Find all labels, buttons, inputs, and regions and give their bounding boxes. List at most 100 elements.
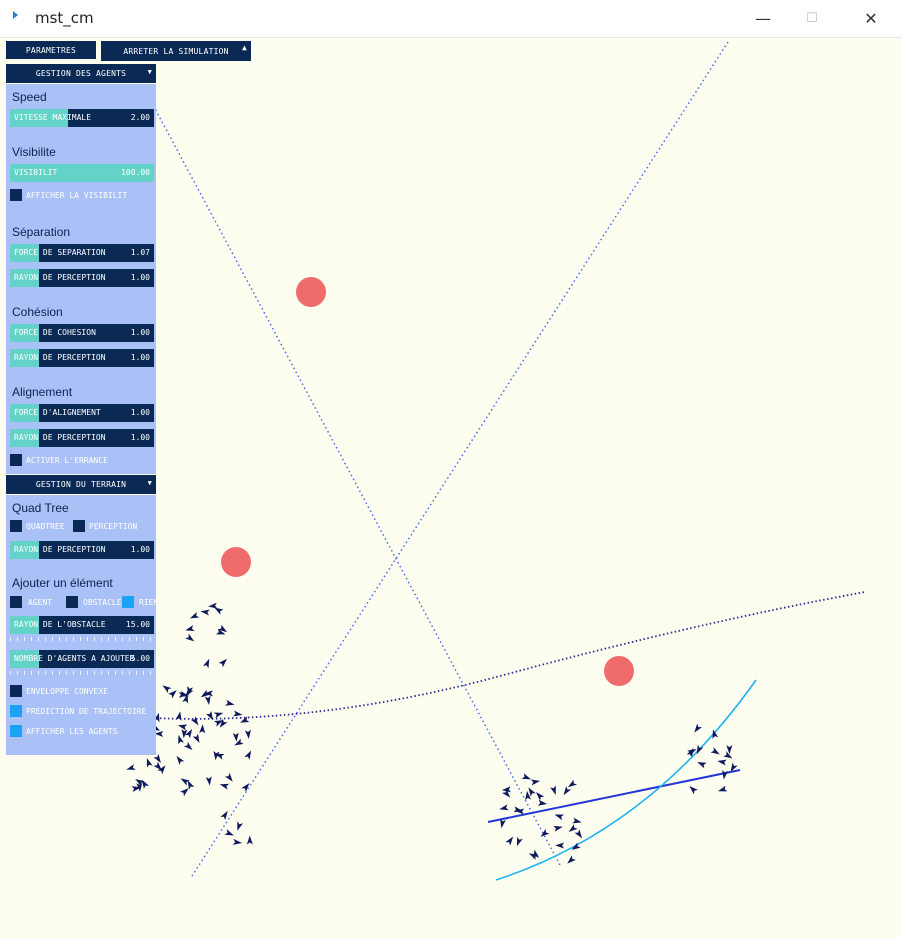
slider-label: NOMBRE D'AGENTS A AJOUTER	[14, 654, 135, 663]
agent	[697, 761, 707, 769]
slider-label: FORCE DE SEPARATION	[14, 248, 106, 257]
agent	[572, 817, 582, 824]
agent	[717, 785, 728, 792]
slider-label: RAYON DE PERCEPTION	[14, 273, 106, 282]
trajectory-label: PREDICTION DE TRAJECTOIRE	[26, 707, 147, 716]
agent	[554, 814, 565, 821]
agent	[574, 829, 583, 839]
params-button[interactable]: PARAMETRES	[6, 41, 96, 59]
terrain-group-label: GESTION DU TERRAIN	[35, 480, 127, 489]
agent	[224, 772, 233, 782]
agent	[689, 785, 698, 795]
wander-label: ACTIVER L'ERRANCE	[26, 456, 108, 465]
window-titlebar: mst_cm — ☐ ✕	[0, 0, 902, 38]
slider-label: VITESSE MAXIMALE	[14, 113, 92, 122]
slider-label: VISIBILIT	[14, 168, 58, 177]
alignment-radius-slider[interactable]: RAYON DE PERCEPTION 1.00	[10, 429, 154, 447]
agent	[200, 609, 210, 616]
cohesion-force-slider[interactable]: FORCE DE COHESION 1.00	[10, 324, 154, 342]
quadtree-radius-slider[interactable]: RAYON DE PERCEPTION 1.00	[10, 541, 154, 559]
trajectory-checkbox[interactable]	[10, 705, 22, 717]
agent	[567, 855, 576, 864]
obstacle-circle	[604, 656, 634, 686]
agent	[162, 685, 172, 693]
wander-checkbox[interactable]	[10, 454, 22, 466]
agent	[710, 747, 720, 755]
agents-group-header[interactable]: GESTION DES AGENTS ▼	[6, 64, 156, 83]
slider-label: FORCE DE COHESION	[14, 328, 96, 337]
convex-hull-checkbox[interactable]	[10, 685, 22, 697]
terrain-group-header[interactable]: GESTION DU TERRAIN ▼	[6, 475, 156, 494]
cohesion-title: Cohésion	[12, 305, 63, 319]
agent	[246, 835, 253, 845]
quadtree-checkbox[interactable]	[10, 520, 22, 532]
slider-value: 5.00	[130, 654, 150, 663]
cohesion-radius-slider[interactable]: RAYON DE PERCEPTION 1.00	[10, 349, 154, 367]
agent	[550, 785, 556, 795]
agent	[244, 729, 251, 739]
perception-label: PERCEPTION	[89, 522, 138, 531]
agent	[535, 792, 545, 801]
close-button[interactable]: ✕	[848, 0, 894, 37]
agent	[126, 764, 136, 770]
visibility-slider[interactable]: VISIBILIT 100.00	[10, 164, 154, 182]
show-agents-label: AFFICHER LES AGENTS	[26, 727, 118, 736]
agent	[168, 690, 177, 699]
agent	[694, 723, 703, 733]
agents-group-label: GESTION DES AGENTS	[35, 69, 127, 78]
agent	[563, 786, 572, 796]
alignment-force-slider[interactable]: FORCE D'ALIGNEMENT 1.00	[10, 404, 154, 422]
nothing-label: RIEN	[139, 598, 156, 607]
agents-to-add-slider[interactable]: NOMBRE D'AGENTS A AJOUTER 5.00	[10, 650, 154, 668]
show-visibility-checkbox[interactable]	[10, 189, 22, 201]
slider-value: 1.00	[130, 545, 150, 554]
agent	[555, 842, 565, 849]
agent	[567, 779, 577, 788]
agent	[244, 750, 252, 760]
alignment-title: Alignement	[12, 385, 73, 399]
stop-simulation-button[interactable]: ARRETER LA SIMULATION ▲	[101, 41, 251, 61]
obstacle-radius-slider[interactable]: RAYON DE L'OBSTACLE 15.00	[10, 616, 154, 634]
agent	[540, 828, 550, 837]
window-title: mst_cm	[35, 9, 94, 27]
agent	[177, 724, 188, 731]
agent	[146, 758, 153, 768]
separation-force-slider[interactable]: FORCE DE SEPARATION 1.07	[10, 244, 154, 262]
agent	[205, 776, 212, 786]
agent	[233, 710, 243, 717]
slider-value: 1.00	[130, 273, 150, 282]
visibility-title: Visibilite	[12, 145, 56, 159]
caret-down-icon: ▼	[147, 68, 152, 76]
obstacle-radio[interactable]	[66, 596, 78, 608]
agent	[219, 783, 230, 790]
perception-checkbox[interactable]	[73, 520, 85, 532]
agent	[183, 741, 193, 751]
agent-radio[interactable]	[10, 596, 22, 608]
agent	[224, 829, 234, 836]
slider-value: 1.00	[130, 408, 150, 417]
agent	[505, 836, 514, 846]
nothing-radio[interactable]	[122, 596, 134, 608]
slider-label: RAYON DE PERCEPTION	[14, 353, 106, 362]
separation-radius-slider[interactable]: RAYON DE PERCEPTION 1.00	[10, 269, 154, 287]
maximize-button[interactable]: ☐	[789, 0, 835, 37]
agent	[192, 733, 200, 744]
minimize-button[interactable]: —	[740, 0, 786, 37]
app-icon	[13, 11, 18, 19]
agent	[225, 699, 235, 706]
show-agents-checkbox[interactable]	[10, 725, 22, 737]
agent	[185, 625, 195, 631]
agent	[232, 732, 239, 742]
speed-title: Speed	[12, 90, 47, 104]
agent	[499, 804, 509, 811]
agent	[553, 825, 563, 832]
convex-hull-label: ENVELOPPE CONVEXE	[26, 687, 108, 696]
max-speed-slider[interactable]: VITESSE MAXIMALE 2.00	[10, 109, 154, 127]
agent	[176, 755, 185, 765]
terrain-panel: Quad Tree QUADTREE PERCEPTION RAYON DE P…	[6, 495, 156, 755]
quadtree-title: Quad Tree	[12, 501, 69, 515]
agent	[218, 658, 228, 668]
agent	[204, 695, 211, 705]
caret-up-icon: ▲	[241, 43, 247, 52]
slider-label: RAYON DE PERCEPTION	[14, 545, 106, 554]
